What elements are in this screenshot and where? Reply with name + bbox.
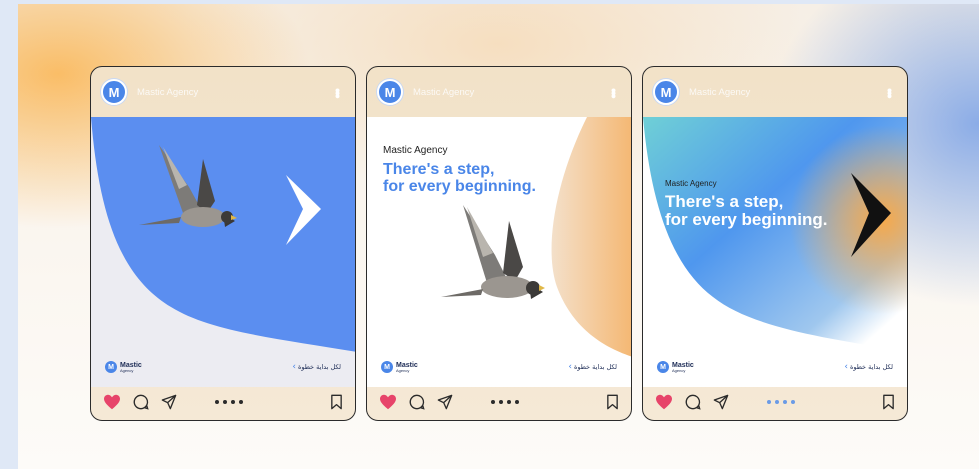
brand-logo: M Mastic Agency [105, 361, 142, 373]
post-image: Mastic Agency There's a step, for every … [367, 117, 631, 387]
post-actions [367, 384, 631, 420]
more-vertical-icon[interactable]: ••• [330, 88, 346, 97]
post-footer: M Mastic Agency لكل بداية خطوة ‹ [367, 347, 631, 387]
post-image: Mastic Agency There's a step, for every … [643, 117, 907, 387]
account-avatar[interactable]: M [377, 79, 403, 105]
send-icon[interactable] [161, 394, 177, 410]
chevron-left-icon: ‹ [568, 362, 572, 372]
post-actions [91, 384, 355, 420]
post-footer: M Mastic Agency لكل بداية خطوة ‹ [643, 347, 907, 387]
account-avatar[interactable]: M [653, 79, 679, 105]
account-name[interactable]: Mastic Agency [137, 87, 198, 98]
post-footer: M Mastic Agency لكل بداية خطوة ‹ [91, 347, 355, 387]
heart-icon[interactable] [655, 394, 673, 410]
heart-icon[interactable] [379, 394, 397, 410]
account-name[interactable]: Mastic Agency [413, 87, 474, 98]
post-headline: There's a step, for every beginning. [383, 161, 536, 195]
more-vertical-icon[interactable]: ••• [882, 88, 898, 97]
comment-icon[interactable] [133, 394, 149, 410]
comment-icon[interactable] [685, 394, 701, 410]
post-actions [643, 384, 907, 420]
post-brand-label: Mastic Agency [665, 179, 717, 188]
post-image: M Mastic Agency لكل بداية خطوة ‹ [91, 117, 355, 387]
post-headline: There's a step, for every beginning. [665, 192, 828, 229]
send-icon[interactable] [437, 394, 453, 410]
more-vertical-icon[interactable]: ••• [606, 88, 622, 97]
account-avatar[interactable]: M [101, 79, 127, 105]
arabic-tagline: لكل بداية خطوة ‹ [844, 362, 893, 372]
post-header: M Mastic Agency ••• [367, 67, 631, 117]
arabic-tagline: لكل بداية خطوة ‹ [568, 362, 617, 372]
post-header: M Mastic Agency ••• [91, 67, 355, 117]
carousel-dots [215, 400, 243, 404]
carousel-dots [491, 400, 519, 404]
brand-logo: M Mastic Agency [657, 361, 694, 373]
chevron-left-icon: ‹ [844, 362, 848, 372]
arabic-tagline: لكل بداية خطوة ‹ [292, 362, 341, 372]
instagram-post-card-1: M Mastic Agency ••• M Mastic Agency لكل … [90, 66, 356, 421]
bookmark-icon[interactable] [606, 394, 619, 410]
account-name[interactable]: Mastic Agency [689, 87, 750, 98]
instagram-post-card-2: M Mastic Agency ••• Mastic Agency There'… [366, 66, 632, 421]
showcase-background: M Mastic Agency ••• M Mastic Agency لكل … [18, 4, 979, 469]
heart-icon[interactable] [103, 394, 121, 410]
post-brand-label: Mastic Agency [383, 145, 448, 156]
send-icon[interactable] [713, 394, 729, 410]
comment-icon[interactable] [409, 394, 425, 410]
brand-logo: M Mastic Agency [381, 361, 418, 373]
bookmark-icon[interactable] [330, 394, 343, 410]
post-header: M Mastic Agency ••• [643, 67, 907, 117]
instagram-post-card-3: M Mastic Agency ••• Mastic Agency There'… [642, 66, 908, 421]
chevron-left-icon: ‹ [292, 362, 296, 372]
bookmark-icon[interactable] [882, 394, 895, 410]
carousel-dots [767, 400, 795, 404]
